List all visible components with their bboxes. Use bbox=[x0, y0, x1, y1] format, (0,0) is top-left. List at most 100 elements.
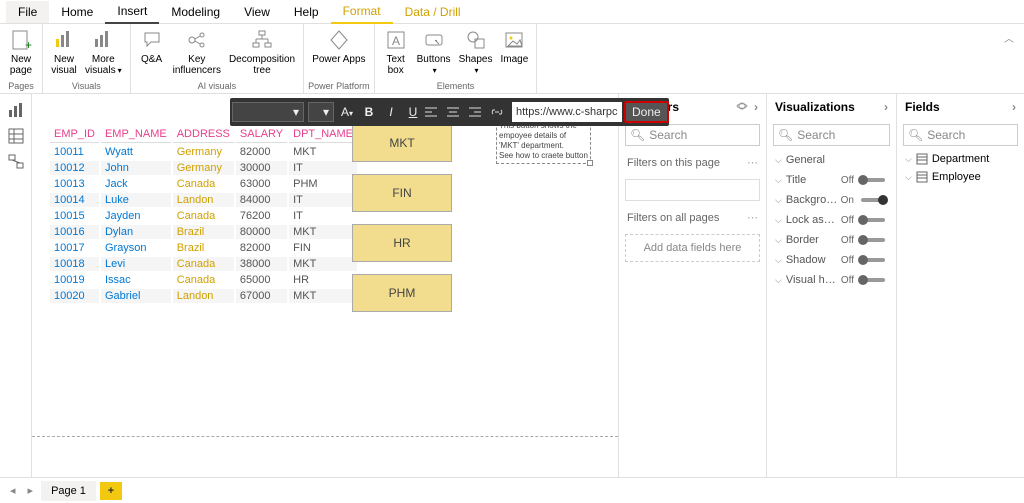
table-row[interactable]: 10018LeviCanada38000MKT bbox=[50, 257, 357, 271]
font-color-button[interactable]: A▾ bbox=[336, 105, 358, 119]
hyperlink-button[interactable] bbox=[490, 106, 512, 118]
table-row[interactable]: 10012JohnGermany30000IT bbox=[50, 161, 357, 175]
table-visual[interactable]: EMP_IDEMP_NAMEADDRESSSALARYDPT_NAME 1001… bbox=[48, 124, 359, 305]
text-format-bar[interactable]: ▾ ▾ A▾ B I U Done bbox=[230, 98, 669, 126]
button-visual-hr[interactable]: HR bbox=[352, 224, 452, 262]
shapes-button[interactable]: Shapes▾ bbox=[455, 26, 497, 78]
table-row[interactable]: 10017GraysonBrazil82000FIN bbox=[50, 241, 357, 255]
toggle-switch[interactable] bbox=[858, 254, 888, 266]
tab-home[interactable]: Home bbox=[49, 1, 105, 23]
table-cell: Jayden bbox=[101, 209, 171, 223]
table-row[interactable]: 10019IssacCanada65000HR bbox=[50, 273, 357, 287]
table-header[interactable]: ADDRESS bbox=[173, 126, 234, 143]
collapse-vis-icon[interactable]: › bbox=[884, 100, 888, 114]
qa-button[interactable]: Q&A bbox=[135, 26, 169, 67]
format-group-visualhe[interactable]: ⌵Visual he…Off bbox=[767, 270, 896, 290]
italic-button[interactable]: I bbox=[380, 105, 402, 119]
filters-on-all-header[interactable]: Filters on all pages⋯ bbox=[619, 205, 766, 230]
vis-search[interactable]: 🔍︎Search bbox=[773, 124, 890, 146]
key-influencers-button[interactable]: Key influencers bbox=[169, 26, 225, 78]
decomposition-tree-button[interactable]: Decomposition tree bbox=[225, 26, 299, 78]
tab-modeling[interactable]: Modeling bbox=[159, 1, 232, 23]
filters-on-page-header[interactable]: Filters on this page⋯ bbox=[619, 150, 766, 175]
format-group-backgrou[interactable]: ⌵Backgrou…On bbox=[767, 190, 896, 210]
font-family-select[interactable]: ▾ bbox=[232, 102, 304, 122]
table-cell: Brazil bbox=[173, 241, 234, 255]
table-row[interactable]: 10015JaydenCanada76200IT bbox=[50, 209, 357, 223]
tab-view[interactable]: View bbox=[232, 1, 282, 23]
format-group-label: Shadow bbox=[786, 254, 841, 266]
format-group-border[interactable]: ⌵BorderOff bbox=[767, 230, 896, 250]
chevron-down-icon: ⌵ bbox=[775, 275, 782, 286]
more-visuals-button[interactable]: Morevisuals▾ bbox=[81, 26, 126, 78]
font-size-select[interactable]: ▾ bbox=[308, 102, 334, 122]
button-visual-mkt[interactable]: MKT bbox=[352, 124, 452, 162]
power-apps-button[interactable]: Power Apps bbox=[308, 26, 369, 67]
table-header[interactable]: EMP_NAME bbox=[101, 126, 171, 143]
model-view-icon[interactable] bbox=[6, 152, 26, 172]
fields-search[interactable]: 🔍︎Search bbox=[903, 124, 1018, 146]
url-input[interactable] bbox=[512, 102, 622, 122]
report-canvas[interactable]: ⋯ EMP_IDEMP_NAMEADDRESSSALARYDPT_NAME 10… bbox=[32, 94, 618, 477]
table-row[interactable]: 10013JackCanada63000PHM bbox=[50, 177, 357, 191]
align-center-button[interactable] bbox=[446, 106, 468, 118]
filter-card[interactable] bbox=[625, 179, 760, 201]
done-button[interactable]: Done bbox=[624, 101, 669, 123]
page-tab[interactable]: Page 1 bbox=[41, 481, 96, 501]
toggle-switch[interactable] bbox=[858, 234, 888, 246]
prev-page-icon[interactable]: ◂ bbox=[6, 484, 20, 497]
show-filters-icon[interactable] bbox=[736, 100, 748, 114]
table-cell: 10018 bbox=[50, 257, 99, 271]
format-group-general[interactable]: ⌵General bbox=[767, 150, 896, 170]
tab-insert[interactable]: Insert bbox=[105, 0, 159, 24]
next-page-icon[interactable]: ▸ bbox=[24, 484, 38, 497]
table-row[interactable]: 10016DylanBrazil80000MKT bbox=[50, 225, 357, 239]
text-box-button[interactable]: AText box bbox=[379, 26, 413, 78]
format-group-title[interactable]: ⌵TitleOff bbox=[767, 170, 896, 190]
table-row[interactable]: 10011WyattGermany82000MKT bbox=[50, 145, 357, 159]
collapse-filters-icon[interactable]: › bbox=[754, 100, 758, 114]
format-group-lockaspe[interactable]: ⌵Lock aspe…Off bbox=[767, 210, 896, 230]
bold-button[interactable]: B bbox=[358, 105, 380, 119]
toggle-switch[interactable] bbox=[858, 214, 888, 226]
image-button[interactable]: Image bbox=[496, 26, 532, 67]
tab-format[interactable]: Format bbox=[331, 0, 393, 24]
table-row[interactable]: 10014LukeLandon84000IT bbox=[50, 193, 357, 207]
underline-button[interactable]: U bbox=[402, 105, 424, 119]
toggle-switch[interactable] bbox=[858, 174, 888, 186]
filters-all-well[interactable]: Add data fields here bbox=[625, 234, 760, 262]
buttons-button[interactable]: Buttons▾ bbox=[413, 26, 455, 78]
button-visual-fin[interactable]: FIN bbox=[352, 174, 452, 212]
table-cell: IT bbox=[289, 209, 357, 223]
toggle-state-label: Off bbox=[841, 215, 854, 226]
new-visual-button[interactable]: New visual bbox=[47, 26, 81, 78]
report-view-icon[interactable] bbox=[6, 100, 26, 120]
new-page-button[interactable]: + New page bbox=[4, 26, 38, 78]
ribbon-group-power-platform: Power Apps Power Platform bbox=[304, 24, 375, 93]
button-visual-phm[interactable]: PHM bbox=[352, 274, 452, 312]
table-header[interactable]: SALARY bbox=[236, 126, 287, 143]
tab-help[interactable]: Help bbox=[282, 1, 331, 23]
collapse-ribbon-icon[interactable]: ︿ bbox=[994, 24, 1024, 93]
field-table-department[interactable]: ⌵Department bbox=[897, 150, 1024, 168]
filters-search[interactable]: 🔍︎Search bbox=[625, 124, 760, 146]
align-left-button[interactable] bbox=[424, 106, 446, 118]
ribbon-group-ai: Q&A Key influencers Decomposition tree A… bbox=[131, 24, 305, 93]
toggle-switch[interactable] bbox=[858, 194, 888, 206]
table-cell: Canada bbox=[173, 209, 234, 223]
table-header[interactable]: DPT_NAME bbox=[289, 126, 357, 143]
table-row[interactable]: 10020GabrielLandon67000MKT bbox=[50, 289, 357, 303]
table-icon bbox=[916, 171, 928, 183]
format-group-shadow[interactable]: ⌵ShadowOff bbox=[767, 250, 896, 270]
data-view-icon[interactable] bbox=[6, 126, 26, 146]
align-right-button[interactable] bbox=[468, 106, 490, 118]
file-menu[interactable]: File bbox=[6, 1, 49, 23]
toggle-switch[interactable] bbox=[858, 274, 888, 286]
svg-text:+: + bbox=[25, 38, 32, 51]
page-divider bbox=[32, 436, 618, 437]
collapse-fields-icon[interactable]: › bbox=[1012, 100, 1016, 114]
table-header[interactable]: EMP_ID bbox=[50, 126, 99, 143]
field-table-employee[interactable]: ⌵Employee bbox=[897, 168, 1024, 186]
add-page-button[interactable]: + bbox=[100, 482, 122, 500]
tab-data-drill[interactable]: Data / Drill bbox=[393, 1, 473, 23]
